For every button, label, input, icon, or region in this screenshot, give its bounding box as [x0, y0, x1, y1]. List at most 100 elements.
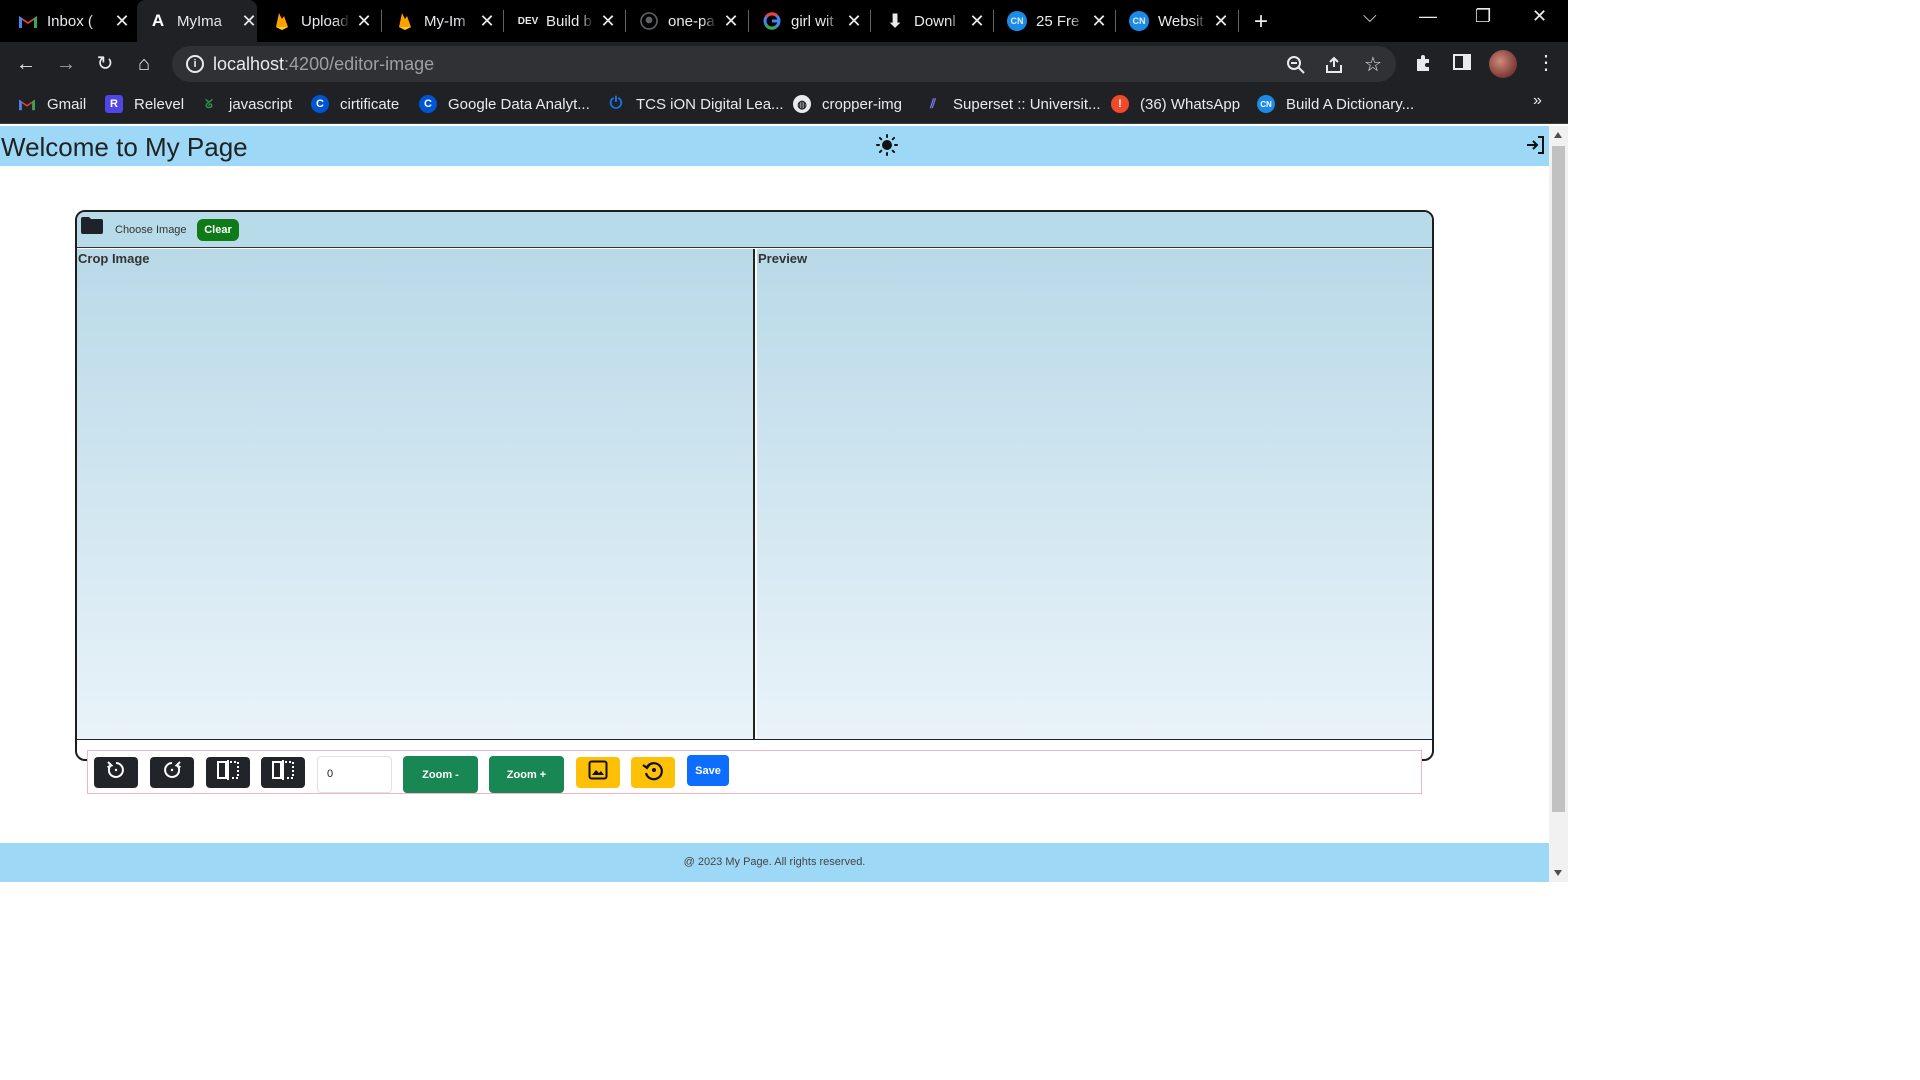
angular-icon: A: [151, 11, 165, 30]
bookmark-javascript[interactable]: ᘜ javascript: [200, 93, 292, 115]
folder-icon[interactable]: [81, 217, 103, 234]
login-icon[interactable]: [1524, 134, 1546, 156]
tab-title: Downl: [914, 12, 956, 30]
clear-button[interactable]: Clear: [197, 219, 239, 241]
tab-github[interactable]: one-pa ✕: [639, 0, 739, 42]
bookmark-label: Build A Dictionary...: [1286, 95, 1415, 113]
gfg-icon: ᘜ: [205, 96, 213, 111]
home-icon[interactable]: ⌂: [131, 51, 157, 77]
coursera-icon: C: [311, 95, 329, 113]
tab-title: girl wit: [791, 12, 834, 30]
power-icon: ⏻: [609, 95, 623, 112]
scrollbar-thumb[interactable]: [1552, 146, 1565, 812]
editor-controls: 0 Zoom - Zoom + Save: [87, 750, 1422, 794]
tab-myimage[interactable]: A MyIma ✕: [137, 0, 257, 42]
close-icon[interactable]: ✕: [114, 11, 130, 32]
more-bookmarks-icon[interactable]: »: [1533, 92, 1542, 110]
codingnepal-icon: CN: [1129, 11, 1149, 31]
zoom-icon[interactable]: [1286, 55, 1306, 80]
rotate-left-button[interactable]: [94, 757, 138, 788]
superset-icon: ⫽: [930, 96, 936, 111]
share-icon[interactable]: [1324, 55, 1344, 80]
tab-title: one-pa: [668, 12, 715, 30]
codingnepal-icon: CN: [1257, 95, 1275, 113]
flip-vertical-button[interactable]: [261, 757, 305, 788]
flip-horizontal-icon: [216, 759, 240, 786]
tab-separator: [1238, 10, 1239, 32]
rotate-right-button[interactable]: [150, 757, 194, 788]
globe-icon: ◍: [793, 95, 811, 113]
close-icon[interactable]: ✕: [723, 11, 739, 32]
new-tab-icon[interactable]: +: [1254, 8, 1268, 36]
bookmark-cirtificate[interactable]: C cirtificate: [311, 93, 399, 115]
bookmark-superset[interactable]: ⫽ Superset :: Universit...: [924, 93, 1100, 115]
scroll-up-icon[interactable]: [1554, 132, 1562, 138]
bookmark-cropper-img[interactable]: ◍ cropper-img: [793, 93, 902, 115]
tab-my-image[interactable]: My-Im ✕: [395, 0, 495, 42]
menu-icon[interactable]: ⋮: [1536, 50, 1556, 75]
image-button[interactable]: [576, 757, 620, 788]
tab-title: Websit: [1158, 12, 1204, 30]
bookmark-whatsapp[interactable]: ! (36) WhatsApp: [1111, 93, 1240, 115]
minimize-icon[interactable]: —: [1419, 6, 1437, 27]
close-icon[interactable]: ✕: [479, 11, 495, 32]
image-editor-panel: Choose Image Clear Crop Image Preview: [75, 210, 1434, 761]
page-viewport: Welcome to My Page Choose Image Clear Cr…: [0, 126, 1549, 882]
close-icon[interactable]: ✕: [969, 11, 985, 32]
address-bar[interactable]: i localhost:4200/editor-image ☆: [172, 46, 1396, 82]
close-icon[interactable]: ✕: [1091, 11, 1107, 32]
rotation-input[interactable]: 0: [317, 756, 392, 793]
bookmarks-bar: Gmail R Relevel ᘜ javascript C cirtifica…: [0, 86, 1568, 124]
forward-icon[interactable]: →: [53, 51, 79, 77]
tab-separator: [381, 10, 382, 32]
choose-image-label[interactable]: Choose Image: [115, 224, 187, 236]
tab-title: 25 Fre: [1036, 12, 1080, 30]
bookmark-google-data[interactable]: C Google Data Analyt...: [419, 93, 590, 115]
tab-dev[interactable]: DEV Build b ✕: [516, 0, 616, 42]
avatar[interactable]: [1489, 50, 1517, 78]
side-panel-icon[interactable]: [1453, 53, 1471, 76]
back-icon[interactable]: ←: [13, 51, 39, 77]
firebase-icon: [272, 11, 292, 31]
bookmark-tcs-ion[interactable]: ⏻ TCS iON Digital Lea...: [607, 93, 784, 115]
site-info-icon[interactable]: i: [186, 55, 204, 73]
bookmark-star-icon[interactable]: ☆: [1364, 52, 1382, 77]
tab-title: Upload: [301, 12, 349, 30]
extensions-icon[interactable]: [1413, 53, 1433, 78]
tab-separator: [503, 10, 504, 32]
save-button[interactable]: Save: [687, 755, 729, 786]
tab-inbox[interactable]: Inbox ( ✕: [18, 0, 130, 42]
scroll-down-icon[interactable]: [1554, 870, 1562, 876]
bookmark-relevel[interactable]: R Relevel: [105, 93, 184, 115]
preview-pane: Preview: [757, 249, 1432, 739]
zoom-in-button[interactable]: Zoom +: [489, 756, 564, 793]
url-path: :4200/editor-image: [284, 54, 435, 74]
bookmark-label: TCS iON Digital Lea...: [636, 95, 784, 113]
restore-icon[interactable]: ❐: [1475, 6, 1491, 27]
close-icon[interactable]: ✕: [356, 11, 372, 32]
tab-search-icon[interactable]: ⌵: [1363, 6, 1377, 27]
reset-button[interactable]: [631, 757, 675, 788]
tab-25-free[interactable]: CN 25 Fre ✕: [1007, 0, 1107, 42]
bookmark-dictionary[interactable]: CN Build A Dictionary...: [1257, 93, 1414, 115]
tab-download[interactable]: ⬇ Downl ✕: [885, 0, 985, 42]
close-icon[interactable]: ✕: [846, 11, 862, 32]
crop-image-pane[interactable]: Crop Image: [77, 249, 755, 739]
tab-google[interactable]: girl wit ✕: [762, 0, 862, 42]
tab-title: Build b: [546, 12, 592, 30]
reload-icon[interactable]: ↻: [92, 51, 118, 77]
close-icon[interactable]: ✕: [600, 11, 616, 32]
coursera-icon: C: [419, 95, 437, 113]
window-close-icon[interactable]: ✕: [1532, 6, 1547, 27]
close-icon[interactable]: ✕: [1213, 11, 1229, 32]
theme-toggle-sun-icon[interactable]: [876, 134, 898, 156]
url-text[interactable]: localhost:4200/editor-image: [213, 54, 434, 75]
flip-horizontal-button[interactable]: [206, 757, 250, 788]
bookmark-gmail[interactable]: Gmail: [18, 93, 86, 115]
bookmark-label: javascript: [229, 95, 293, 113]
close-icon[interactable]: ✕: [241, 11, 257, 32]
zoom-out-button[interactable]: Zoom -: [403, 756, 478, 793]
tab-upload[interactable]: Upload ✕: [272, 0, 372, 42]
page-scrollbar[interactable]: [1549, 126, 1568, 882]
tab-website[interactable]: CN Websit ✕: [1129, 0, 1229, 42]
